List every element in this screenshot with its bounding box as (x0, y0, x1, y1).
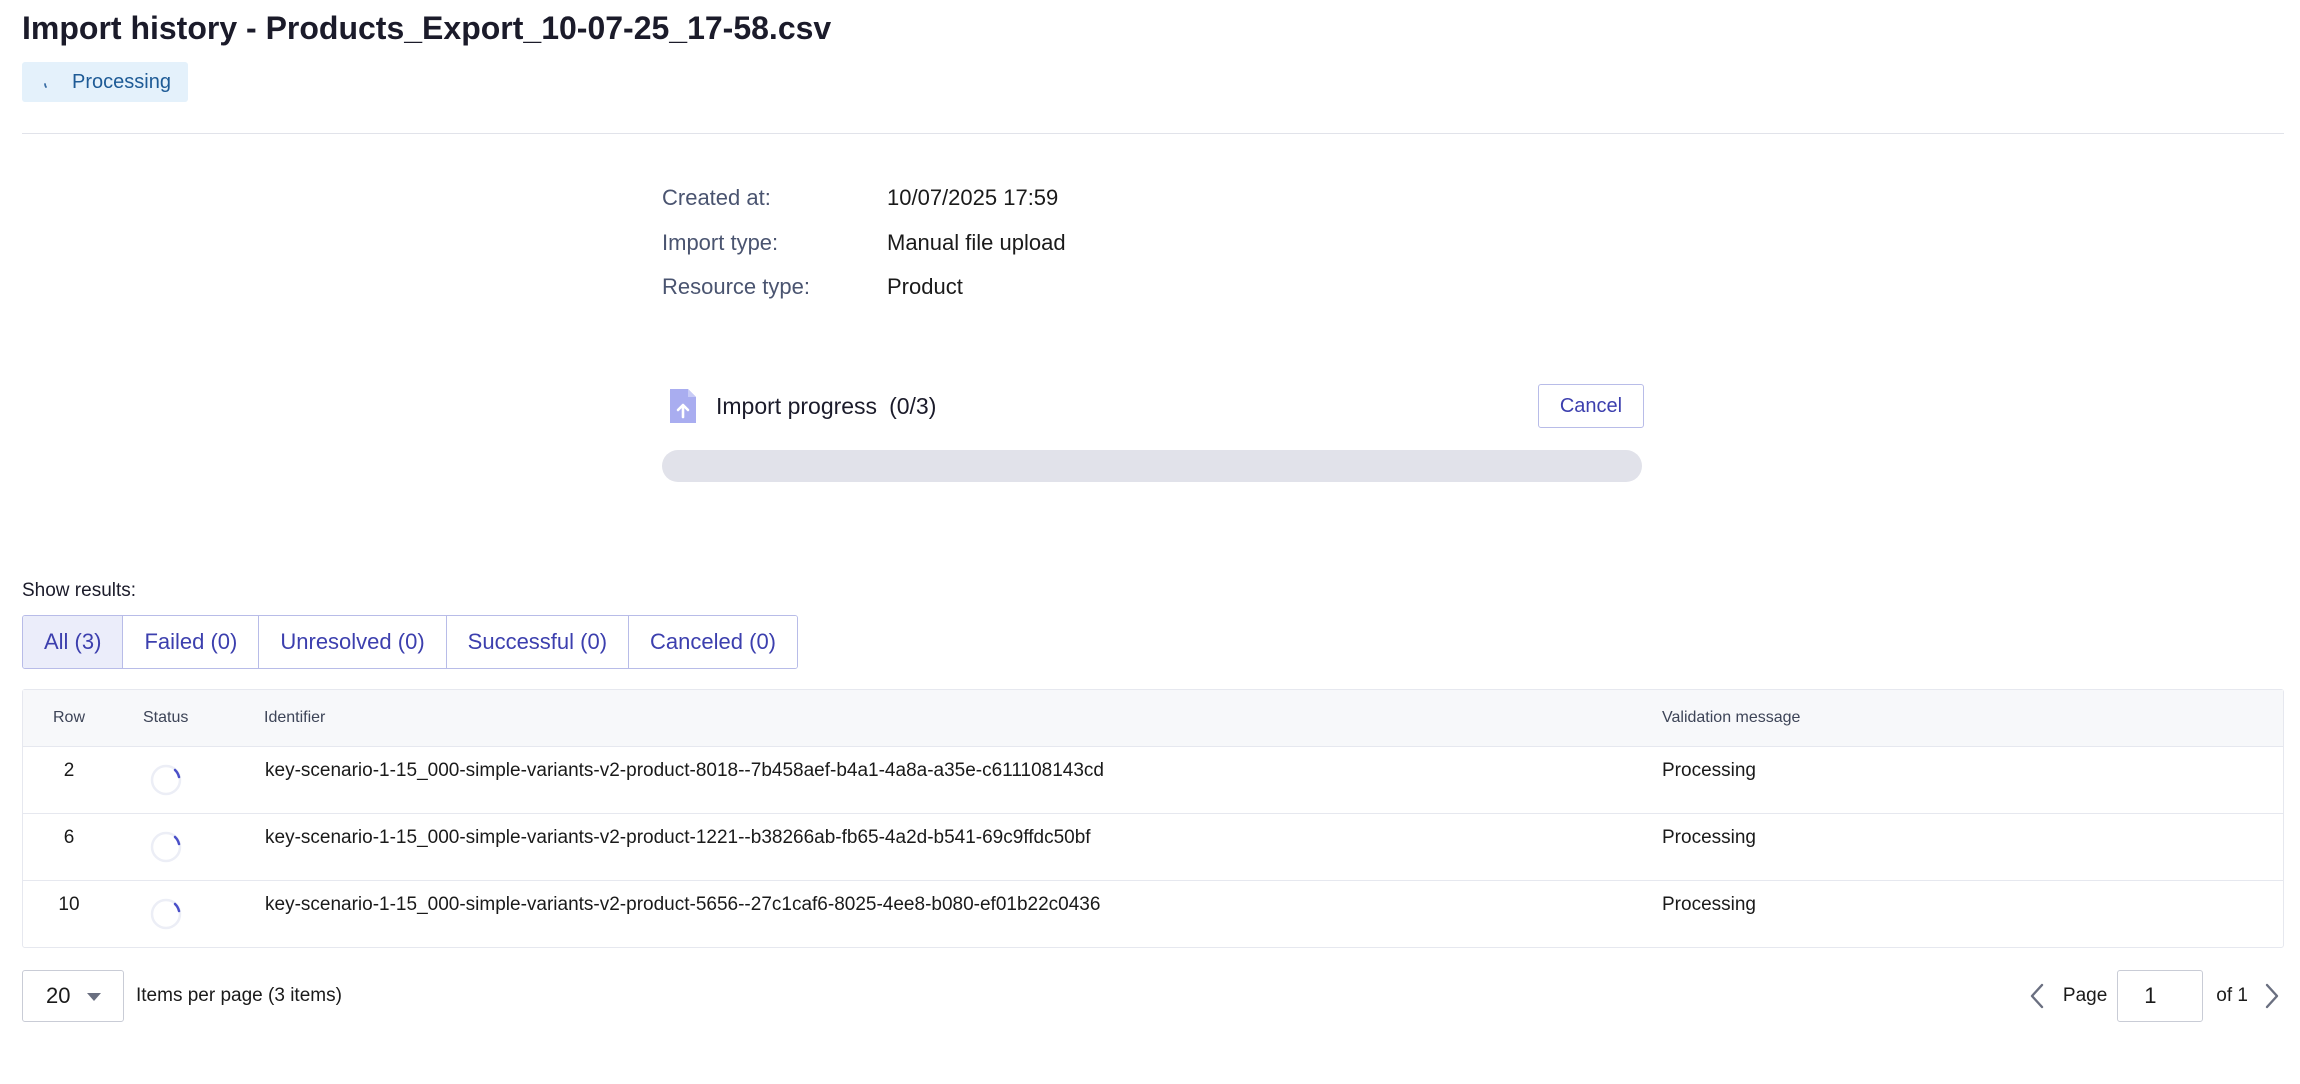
table-row[interactable]: 6 key-scenario-1-15_000-simple-variants-… (23, 813, 2283, 880)
row-number: 10 (58, 894, 80, 915)
row-validation-message: Processing (1662, 894, 1756, 915)
items-per-page-select[interactable]: 20 (22, 970, 124, 1022)
results-filter-group: All (3) Failed (0) Unresolved (0) Succes… (22, 615, 798, 669)
header-divider (22, 133, 2284, 134)
row-validation-message: Processing (1662, 760, 1756, 781)
import-type-label: Import type: (662, 229, 779, 255)
created-at-value: 10/07/2025 17:59 (887, 185, 1059, 211)
chevron-down-icon (87, 993, 101, 1001)
page-label: Page (2062, 985, 2108, 1006)
show-results-label: Show results: (22, 580, 137, 601)
column-header-status[interactable]: Status (115, 709, 260, 727)
row-validation-message: Processing (1662, 827, 1756, 848)
results-table: Row Status Identifier Validation message… (22, 689, 2284, 948)
row-number: 2 (63, 760, 75, 781)
spinner-icon (150, 831, 182, 863)
row-status (115, 814, 260, 870)
import-type-value: Manual file upload (887, 229, 1066, 255)
chevron-left-icon[interactable] (2025, 979, 2049, 1013)
spinner-icon (44, 83, 47, 88)
column-header-identifier[interactable]: Identifier (260, 709, 1662, 727)
table-row[interactable]: 2 key-scenario-1-15_000-simple-variants-… (23, 746, 2283, 813)
row-identifier: key-scenario-1-15_000-simple-variants-v2… (265, 760, 1104, 781)
items-per-page: 20 Items per page (3 items) (22, 970, 342, 1022)
status-badge: Processing (22, 62, 188, 102)
table-header: Row Status Identifier Validation message (23, 690, 2283, 746)
items-per-page-value: 20 (46, 983, 71, 1008)
row-identifier: key-scenario-1-15_000-simple-variants-v2… (265, 827, 1091, 848)
column-header-row[interactable]: Row (23, 709, 115, 727)
filter-failed[interactable]: Failed (0) (123, 616, 260, 668)
status-badge-label: Processing (72, 70, 171, 93)
filter-successful[interactable]: Successful (0) (446, 616, 630, 668)
row-status (115, 881, 260, 937)
spinner-icon (150, 764, 182, 796)
column-header-validation-message[interactable]: Validation message (1662, 709, 2283, 727)
created-at-label: Created at: (662, 185, 771, 211)
row-status (115, 747, 260, 803)
resource-type-label: Resource type: (662, 274, 810, 300)
filter-unresolved[interactable]: Unresolved (0) (259, 616, 447, 668)
chevron-right-icon[interactable] (2260, 979, 2284, 1013)
table-row[interactable]: 10 key-scenario-1-15_000-simple-variants… (23, 880, 2283, 947)
page-count: of 1 (2216, 985, 2248, 1006)
page-title: Import history - Products_Export_10-07-2… (22, 10, 832, 46)
pagination: Page 1 of 1 (2025, 970, 2284, 1022)
items-per-page-label: Items per page (3 items) (136, 985, 342, 1006)
import-progress-header: Import progress (0/3) Cancel (662, 384, 1644, 428)
resource-type-row: Resource type: Product (662, 265, 1066, 310)
cancel-button[interactable]: Cancel (1538, 384, 1644, 428)
import-progress-count: (0/3) (889, 392, 937, 419)
import-type-row: Import type: Manual file upload (662, 221, 1066, 266)
spinner-icon (150, 898, 182, 930)
import-progress-title: Import progress (716, 392, 878, 419)
filter-canceled[interactable]: Canceled (0) (629, 616, 797, 668)
file-upload-icon (670, 389, 696, 423)
import-progress: Import progress (0/3) Cancel (662, 384, 1644, 482)
created-at-row: Created at: 10/07/2025 17:59 (662, 176, 1066, 221)
page-number-input[interactable]: 1 (2117, 970, 2204, 1022)
row-identifier: key-scenario-1-15_000-simple-variants-v2… (265, 894, 1101, 915)
progress-bar (662, 450, 1642, 482)
row-number: 6 (63, 827, 75, 848)
resource-type-value: Product (887, 274, 963, 300)
import-details: Created at: 10/07/2025 17:59 Import type… (662, 176, 1066, 310)
filter-all[interactable]: All (3) (23, 616, 124, 668)
